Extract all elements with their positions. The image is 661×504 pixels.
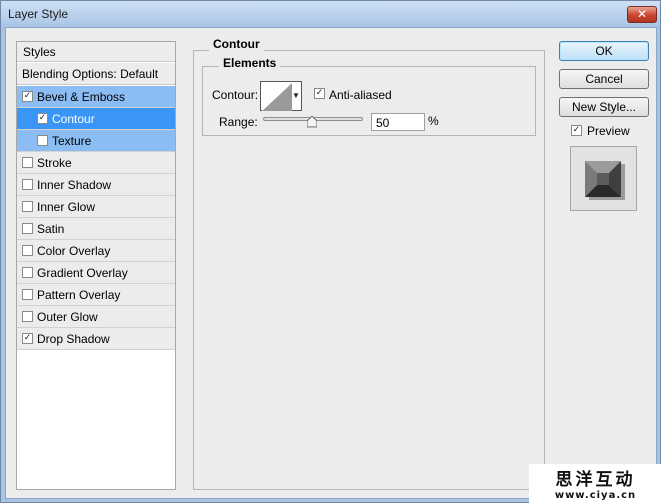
inner-shadow-checkbox[interactable] [22,179,33,190]
style-item-satin[interactable]: Satin [17,218,175,240]
dialog-body: Styles Blending Options: Default ✓ Bevel… [5,27,657,499]
style-item-drop-shadow[interactable]: ✓ Drop Shadow [17,328,175,350]
contour-dropdown-arrow-icon[interactable]: ▼ [291,83,301,109]
watermark-url: www.ciya.cn [554,490,637,501]
style-item-texture[interactable]: Texture [17,130,175,152]
range-input[interactable]: 50 [371,113,425,131]
style-item-inner-glow[interactable]: Inner Glow [17,196,175,218]
gradient-overlay-checkbox[interactable] [22,267,33,278]
watermark: 思洋互动 www.ciya.cn [529,464,661,504]
cancel-button[interactable]: Cancel [559,69,649,89]
satin-checkbox[interactable] [22,223,33,234]
watermark-chinese: 思洋互动 [555,470,636,490]
blending-options-label: Blending Options: Default [22,67,159,81]
styles-list: Styles Blending Options: Default ✓ Bevel… [16,41,176,490]
style-item-stroke[interactable]: Stroke [17,152,175,174]
range-unit: % [428,114,439,128]
outer-glow-checkbox[interactable] [22,311,33,322]
anti-aliased-checkbox[interactable]: ✓ [314,88,325,99]
style-item-bevel-emboss[interactable]: ✓ Bevel & Emboss [17,86,175,108]
drop-shadow-checkbox[interactable]: ✓ [22,333,33,344]
style-item-label: Satin [37,222,65,236]
elements-group-title: Elements [219,56,281,70]
style-item-color-overlay[interactable]: Color Overlay [17,240,175,262]
style-item-label: Pattern Overlay [37,288,121,302]
contour-checkbox[interactable]: ✓ [37,113,48,124]
style-item-inner-shadow[interactable]: Inner Shadow [17,174,175,196]
close-button[interactable]: ✕ [627,6,657,23]
style-item-contour[interactable]: ✓ Contour [17,108,175,130]
style-item-pattern-overlay[interactable]: Pattern Overlay [17,284,175,306]
pattern-overlay-checkbox[interactable] [22,289,33,300]
style-item-label: Outer Glow [37,310,98,324]
style-item-label: Bevel & Emboss [37,90,126,104]
style-item-label: Texture [52,134,92,148]
style-item-gradient-overlay[interactable]: Gradient Overlay [17,262,175,284]
preview-label: Preview [587,124,630,138]
contour-label: Contour: [212,88,259,102]
anti-aliased-label: Anti-aliased [329,88,392,102]
ok-button[interactable]: OK [559,41,649,61]
range-label: Range: [219,115,258,129]
bevel-emboss-checkbox[interactable]: ✓ [22,91,33,102]
style-item-label: Inner Glow [37,200,96,214]
new-style-button[interactable]: New Style... [559,97,649,117]
style-item-label: Color Overlay [37,244,111,258]
style-item-label: Inner Shadow [37,178,112,192]
style-item-label: Stroke [37,156,72,170]
style-item-label: Gradient Overlay [37,266,128,280]
style-item-outer-glow[interactable]: Outer Glow [17,306,175,328]
contour-group-title: Contour [209,37,264,51]
style-item-label: Contour [52,112,95,126]
bevel-preview-icon [585,161,625,200]
styles-header[interactable]: Styles [17,42,175,62]
stroke-checkbox[interactable] [22,157,33,168]
style-preview-thumbnail [570,146,637,211]
color-overlay-checkbox[interactable] [22,245,33,256]
texture-checkbox[interactable] [37,135,48,146]
window-title: Layer Style [8,7,69,21]
contour-curve-icon [262,83,292,111]
title-bar[interactable]: Layer Style ✕ [1,1,660,27]
layer-style-dialog: Layer Style ✕ Styles Blending Options: D… [0,0,661,504]
range-slider-thumb[interactable] [307,116,317,128]
style-item-label: Drop Shadow [37,332,110,346]
preview-checkbox[interactable]: ✓ [571,125,582,136]
inner-glow-checkbox[interactable] [22,201,33,212]
blending-options-item[interactable]: Blending Options: Default [17,63,175,85]
